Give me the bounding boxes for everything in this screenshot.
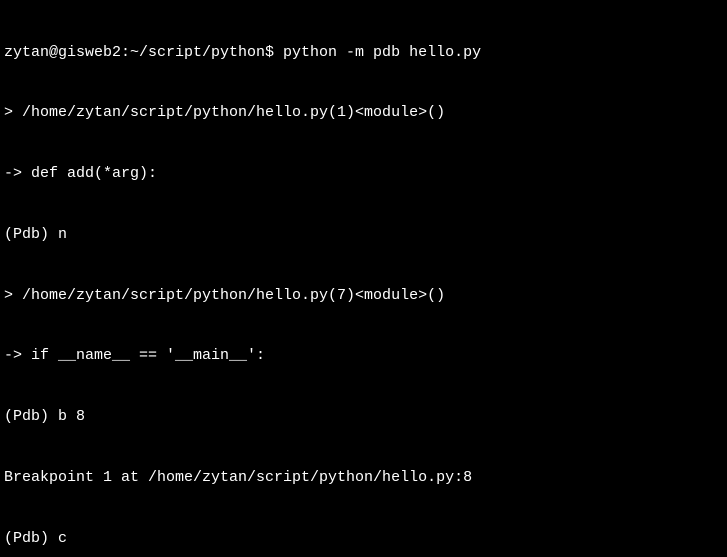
terminal-line: > /home/zytan/script/python/hello.py(7)<… bbox=[4, 286, 723, 306]
terminal-line: -> if __name__ == '__main__': bbox=[4, 346, 723, 366]
terminal-line: (Pdb) b 8 bbox=[4, 407, 723, 427]
terminal-line: -> def add(*arg): bbox=[4, 164, 723, 184]
terminal-window[interactable]: zytan@gisweb2:~/script/python$ python -m… bbox=[0, 0, 727, 557]
terminal-line: (Pdb) c bbox=[4, 529, 723, 549]
terminal-line: (Pdb) n bbox=[4, 225, 723, 245]
terminal-line: Breakpoint 1 at /home/zytan/script/pytho… bbox=[4, 468, 723, 488]
terminal-line: > /home/zytan/script/python/hello.py(1)<… bbox=[4, 103, 723, 123]
terminal-line: zytan@gisweb2:~/script/python$ python -m… bbox=[4, 43, 723, 63]
